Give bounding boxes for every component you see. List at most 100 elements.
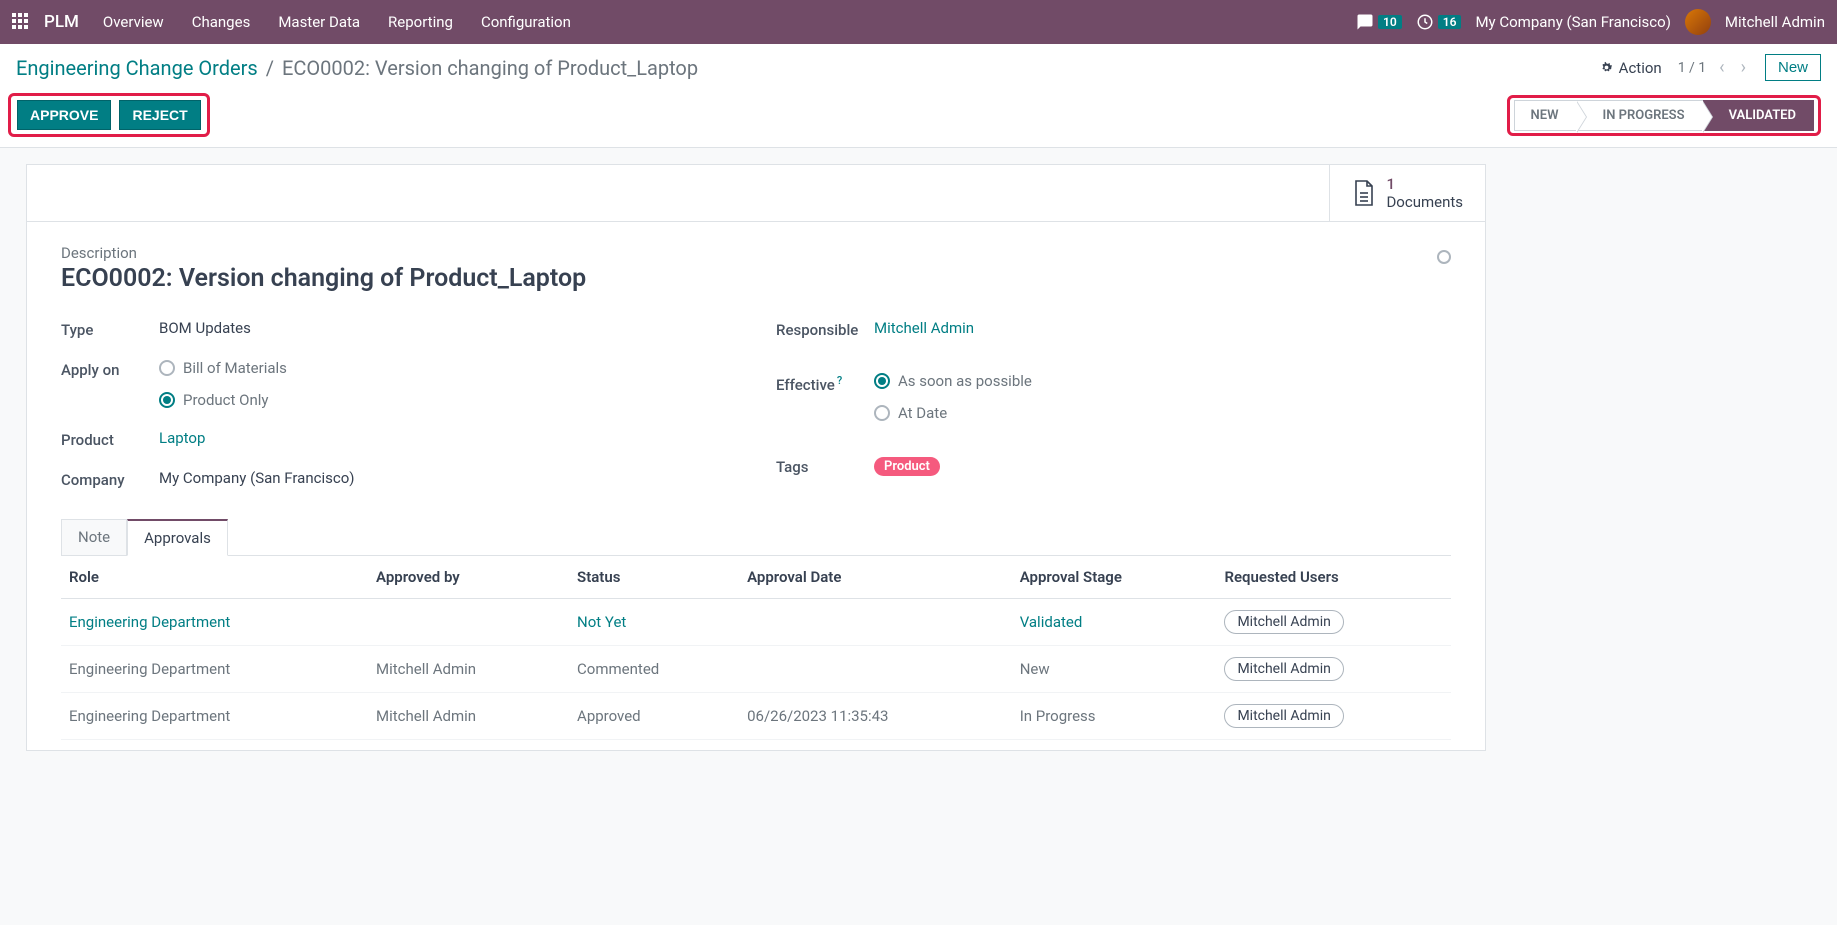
user-chip[interactable]: Mitchell Admin xyxy=(1224,610,1343,634)
product-label: Product xyxy=(61,429,159,449)
new-button[interactable]: New xyxy=(1765,54,1821,81)
row-status: Commented xyxy=(577,660,659,678)
table-row[interactable]: Engineering Department Mitchell Admin Appr… xyxy=(61,693,1451,740)
col-status: Status xyxy=(569,556,739,599)
effective-label: Effective? xyxy=(776,372,874,394)
col-approval-stage: Approval Stage xyxy=(1012,556,1217,599)
row-status[interactable]: Not Yet xyxy=(577,613,626,631)
type-label: Type xyxy=(61,319,159,339)
row-role: Engineering Department xyxy=(69,707,230,725)
row-role: Engineering Department xyxy=(69,660,230,678)
responsible-label: Responsible xyxy=(776,319,874,339)
tab-approvals[interactable]: Approvals xyxy=(127,519,228,556)
pager-next[interactable]: › xyxy=(1738,57,1749,78)
main-menu: Overview Changes Master Data Reporting C… xyxy=(103,13,571,31)
reject-button[interactable]: REJECT xyxy=(119,100,200,130)
avatar[interactable] xyxy=(1685,9,1711,35)
notebook: Note Approvals Role Approved by Status A… xyxy=(61,519,1451,740)
row-role[interactable]: Engineering Department xyxy=(69,613,230,631)
applyon-bom-radio[interactable]: Bill of Materials xyxy=(159,359,736,377)
approvals-table: Role Approved by Status Approval Date Ap… xyxy=(61,556,1451,740)
effective-atdate-radio[interactable]: At Date xyxy=(874,404,1451,422)
button-box: 1 Documents xyxy=(27,165,1485,222)
navbar-right: 10 16 My Company (San Francisco) Mitchel… xyxy=(1356,9,1825,35)
menu-configuration[interactable]: Configuration xyxy=(481,13,571,31)
responsible-link[interactable]: Mitchell Admin xyxy=(874,319,974,337)
clock-icon xyxy=(1416,13,1434,31)
row-status: Approved xyxy=(577,707,641,725)
breadcrumb-separator: / xyxy=(266,56,274,80)
row-approved-by: Mitchell Admin xyxy=(368,693,569,740)
app-brand[interactable]: PLM xyxy=(44,12,79,32)
tab-note[interactable]: Note xyxy=(61,519,127,555)
breadcrumb: Engineering Change Orders / ECO0002: Ver… xyxy=(16,56,698,80)
row-approved-by: Mitchell Admin xyxy=(368,646,569,693)
row-approved-by xyxy=(368,599,569,646)
chat-icon xyxy=(1356,13,1374,31)
row-date xyxy=(739,599,1012,646)
tag-product[interactable]: Product xyxy=(874,457,940,476)
status-new[interactable]: NEW xyxy=(1514,100,1577,131)
statusbar: NEW IN PROGRESS VALIDATED xyxy=(1514,100,1814,131)
documents-label: Documents xyxy=(1386,193,1463,211)
form-background: 1 Documents Description ECO0002: Version… xyxy=(0,148,1837,767)
tags-label: Tags xyxy=(776,456,874,476)
form-sheet: 1 Documents Description ECO0002: Version… xyxy=(26,164,1486,751)
menu-master-data[interactable]: Master Data xyxy=(278,13,360,31)
documents-stat-button[interactable]: 1 Documents xyxy=(1329,165,1485,221)
menu-reporting[interactable]: Reporting xyxy=(388,13,453,31)
applyon-product-radio[interactable]: Product Only xyxy=(159,391,736,409)
row-stage[interactable]: Validated xyxy=(1020,613,1083,631)
table-row[interactable]: Engineering Department Not Yet Validated Mi… xyxy=(61,599,1451,646)
effective-group: As soon as possible At Date xyxy=(874,372,1451,422)
status-validated[interactable]: VALIDATED xyxy=(1703,100,1814,131)
priority-toggle[interactable] xyxy=(1437,250,1451,264)
user-chip[interactable]: Mitchell Admin xyxy=(1224,704,1343,728)
type-value: BOM Updates xyxy=(159,319,736,337)
activities-badge: 16 xyxy=(1438,15,1462,29)
page-title: ECO0002: Version changing of Product_Lap… xyxy=(61,264,1451,293)
control-panel: Engineering Change Orders / ECO0002: Ver… xyxy=(0,44,1837,148)
gear-icon xyxy=(1599,60,1614,75)
apps-icon[interactable] xyxy=(12,13,30,31)
menu-changes[interactable]: Changes xyxy=(192,13,251,31)
approve-button[interactable]: APPROVE xyxy=(17,100,111,130)
company-value: My Company (San Francisco) xyxy=(159,469,736,487)
document-icon xyxy=(1352,179,1376,207)
breadcrumb-parent[interactable]: Engineering Change Orders xyxy=(16,56,258,80)
user-chip[interactable]: Mitchell Admin xyxy=(1224,657,1343,681)
col-approval-date: Approval Date xyxy=(739,556,1012,599)
row-stage: In Progress xyxy=(1020,707,1096,725)
product-link[interactable]: Laptop xyxy=(159,429,205,447)
col-approved-by: Approved by xyxy=(368,556,569,599)
table-row[interactable]: Engineering Department Mitchell Admin Comm… xyxy=(61,646,1451,693)
col-role: Role xyxy=(61,556,368,599)
highlight-action-buttons: APPROVE REJECT xyxy=(8,93,210,137)
company-label: Company xyxy=(61,469,159,489)
status-in-progress[interactable]: IN PROGRESS xyxy=(1577,100,1703,131)
pager-value[interactable]: 1 / 1 xyxy=(1678,60,1706,76)
row-date: 06/26/2023 11:35:43 xyxy=(739,693,1012,740)
applyon-group: Bill of Materials Product Only xyxy=(159,359,736,409)
effective-help-icon[interactable]: ? xyxy=(837,374,842,387)
row-stage: New xyxy=(1020,660,1050,678)
pager-prev[interactable]: ‹ xyxy=(1716,57,1727,78)
messages-button[interactable]: 10 xyxy=(1356,13,1402,31)
highlight-statusbar: NEW IN PROGRESS VALIDATED xyxy=(1507,95,1821,136)
applyon-label: Apply on xyxy=(61,359,159,379)
pager: 1 / 1 ‹ › xyxy=(1678,57,1749,78)
row-date xyxy=(739,646,1012,693)
effective-asap-radio[interactable]: As soon as possible xyxy=(874,372,1451,390)
breadcrumb-current: ECO0002: Version changing of Product_Lap… xyxy=(282,56,698,80)
documents-count: 1 xyxy=(1386,175,1463,193)
action-label: Action xyxy=(1619,59,1662,77)
action-menu[interactable]: Action xyxy=(1599,59,1662,77)
company-switcher[interactable]: My Company (San Francisco) xyxy=(1475,13,1670,31)
messages-badge: 10 xyxy=(1378,15,1402,29)
col-requested-users: Requested Users xyxy=(1216,556,1451,599)
user-menu[interactable]: Mitchell Admin xyxy=(1725,13,1825,31)
activities-button[interactable]: 16 xyxy=(1416,13,1462,31)
main-navbar: PLM Overview Changes Master Data Reporti… xyxy=(0,0,1837,44)
menu-overview[interactable]: Overview xyxy=(103,13,164,31)
description-label: Description xyxy=(61,244,1451,262)
